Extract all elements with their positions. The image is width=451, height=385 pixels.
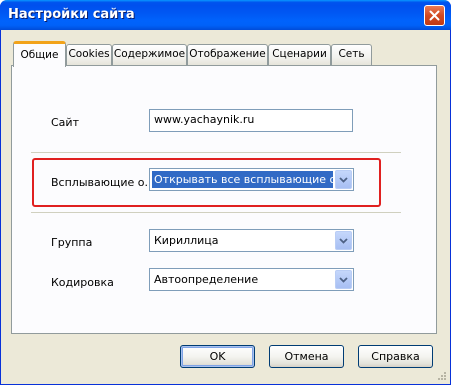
resize-grip-icon[interactable] — [436, 370, 447, 381]
tab-content[interactable]: Содержимое — [112, 44, 187, 65]
title-bar[interactable]: Настройки сайта — [0, 0, 451, 30]
encoding-select-value: Автоопределение — [154, 273, 259, 286]
site-field[interactable]: www.yachaynik.ru — [149, 109, 353, 132]
tab-network[interactable]: Сеть — [331, 44, 372, 65]
group-select[interactable]: Кириллица — [149, 229, 354, 252]
divider — [31, 152, 401, 153]
tab-label: Содержимое — [113, 48, 186, 60]
tab-label: Cookies — [68, 48, 110, 60]
help-button[interactable]: Справка — [358, 345, 433, 368]
tab-display[interactable]: Отображение — [187, 44, 268, 65]
tab-label: Отображение — [189, 48, 266, 60]
divider — [31, 212, 401, 213]
chevron-down-icon — [339, 276, 348, 283]
chevron-down-icon — [339, 237, 348, 244]
group-select-value: Кириллица — [154, 234, 219, 247]
tab-label: Общие — [20, 49, 59, 61]
dropdown-button[interactable] — [335, 231, 352, 250]
tab-general[interactable]: Общие — [13, 41, 66, 67]
highlight-annotation — [32, 158, 381, 207]
encoding-select[interactable]: Автоопределение — [149, 268, 354, 291]
site-settings-dialog: Настройки сайта Общие Cookies Содержимое… — [0, 0, 451, 385]
tab-bar: Общие Cookies Содержимое Отображение Сце… — [11, 41, 431, 67]
site-label: Сайт — [51, 116, 79, 129]
tab-label: Сеть — [338, 48, 365, 60]
close-icon — [429, 10, 440, 21]
group-label: Группа — [51, 236, 93, 249]
encoding-label: Кодировка — [51, 276, 114, 289]
ok-button[interactable]: OK — [180, 345, 255, 368]
tab-cookies[interactable]: Cookies — [66, 44, 112, 65]
dropdown-button[interactable] — [335, 270, 352, 289]
tab-scripts[interactable]: Сценарии — [268, 44, 331, 65]
window-title: Настройки сайта — [8, 7, 135, 22]
tab-label: Сценарии — [272, 48, 327, 60]
cancel-button[interactable]: Отмена — [269, 345, 344, 368]
close-button[interactable] — [424, 5, 445, 26]
